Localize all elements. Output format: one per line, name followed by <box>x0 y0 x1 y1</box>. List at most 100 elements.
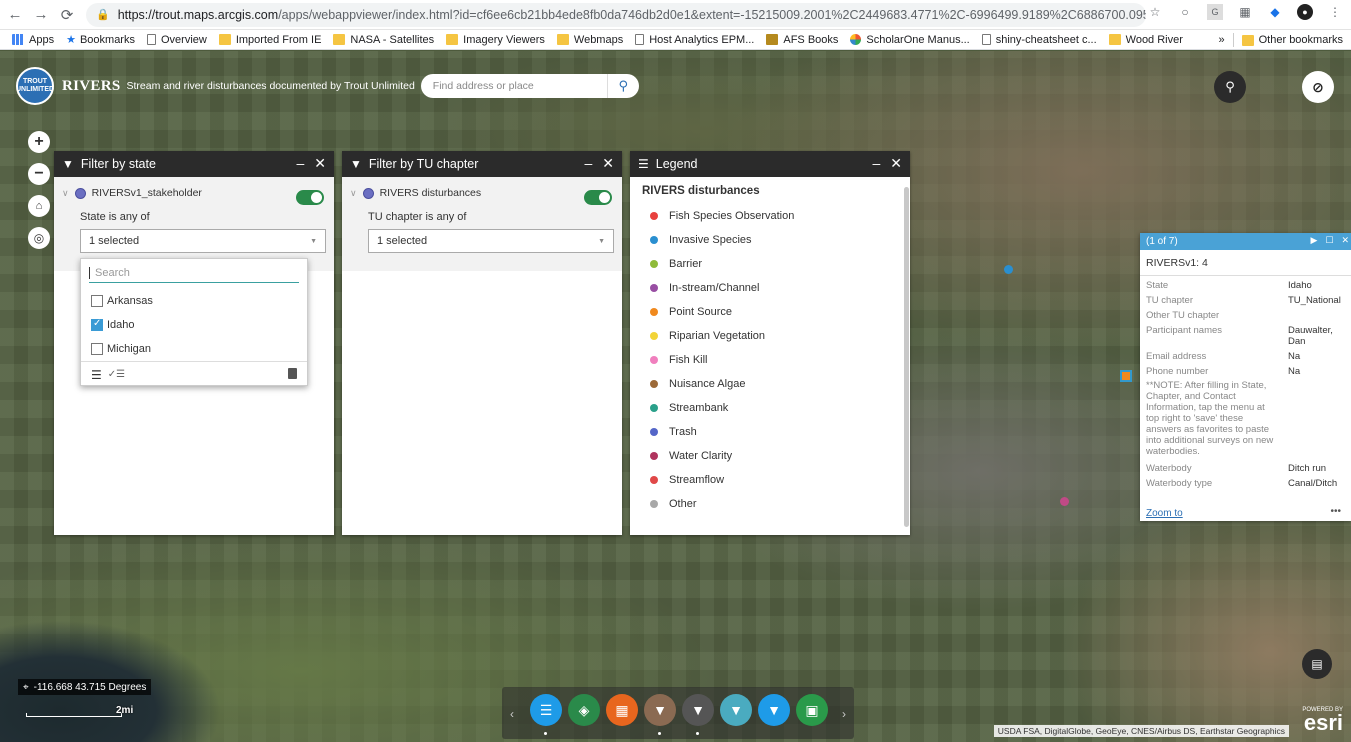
filter-body: ∨ RIVERSv1_stakeholder State is any of 1… <box>54 177 334 271</box>
address-search-input[interactable]: Find address or place ⚲ <box>420 74 639 98</box>
filter-toggle[interactable] <box>584 190 612 205</box>
popup-count: (1 of 7) <box>1146 236 1178 247</box>
chevron-down-icon[interactable]: ∨ <box>62 188 69 199</box>
select-all-icon[interactable]: ☰ <box>91 368 102 382</box>
trash-icon[interactable] <box>288 368 297 379</box>
filter-blue-widget-button[interactable]: ▼ <box>758 694 790 726</box>
my-location-button[interactable]: ◎ <box>28 227 50 249</box>
next-feature-icon[interactable]: ▶ <box>1310 235 1317 246</box>
minimize-button[interactable]: – <box>296 155 304 172</box>
bookmark-imagery-viewers[interactable]: Imagery Viewers <box>446 34 545 46</box>
map-feature-water-clarity[interactable] <box>1060 497 1069 506</box>
bookmark-apps[interactable]: Apps <box>12 34 54 46</box>
bookmark-shiny-cheatsheet[interactable]: shiny-cheatsheet c... <box>981 34 1097 46</box>
legend-symbol-icon <box>650 500 658 508</box>
home-button[interactable]: ⌂ <box>28 195 50 217</box>
maximize-icon[interactable]: ☐ <box>1325 235 1333 246</box>
extension-grad-icon[interactable]: ◆ <box>1267 4 1283 20</box>
panel-title: Legend <box>655 157 698 171</box>
legend-scrollbar[interactable] <box>904 187 909 527</box>
legend-widget-button[interactable]: ☰ <box>530 694 562 726</box>
checkbox-idaho[interactable] <box>91 318 103 331</box>
other-bookmarks[interactable]: Other bookmarks <box>1241 34 1343 46</box>
popup-field-value: Na <box>1288 351 1301 362</box>
panel-header: ☰ Legend – ✕ <box>630 151 910 177</box>
extension-circle-icon[interactable]: ○ <box>1177 4 1193 20</box>
popup-attributes: State Idaho TU chapter TU_National Other TU … <box>1140 276 1351 377</box>
zoom-out-button[interactable]: − <box>28 163 50 185</box>
layers-widget-button[interactable]: ◈ <box>568 694 600 726</box>
bookmark-bookmarks[interactable]: ★ Bookmarks <box>66 33 135 47</box>
bookmark-overview[interactable]: Overview <box>146 34 207 46</box>
bookmark-webmaps[interactable]: Webmaps <box>556 34 623 46</box>
dropdown-search-input[interactable]: Search <box>89 263 299 283</box>
legend-label: Trash <box>669 426 697 438</box>
close-button[interactable]: ✕ <box>314 155 326 172</box>
map-view[interactable]: TROUT UNLIMITED RIVERS Stream and river … <box>0 51 1351 742</box>
bookmark-afs-books[interactable]: AFS Books <box>766 34 838 46</box>
more-actions-icon[interactable]: ••• <box>1330 506 1341 517</box>
zoom-in-button[interactable]: + <box>28 131 50 153</box>
bookmark-host-analytics[interactable]: Host Analytics EPM... <box>635 34 754 46</box>
popup-footer: Zoom to ••• <box>1140 505 1351 521</box>
extension-g-icon[interactable]: G <box>1207 4 1223 20</box>
map-feature-invasive[interactable] <box>1004 265 1013 274</box>
esri-logo[interactable]: POWERED BY esri <box>1302 707 1343 734</box>
location-share-icon[interactable]: ⚲ <box>1214 71 1246 103</box>
search-icon[interactable]: ⚲ <box>606 74 639 98</box>
divider <box>1232 33 1234 47</box>
legend-item: Nuisance Algae <box>630 372 910 396</box>
toolbar-next-icon[interactable]: › <box>842 707 846 721</box>
legend-item: In-stream/Channel <box>630 276 910 300</box>
back-icon[interactable]: ← <box>4 4 26 26</box>
checkbox-michigan[interactable] <box>91 343 103 355</box>
popup-field-label: Phone number <box>1146 366 1209 377</box>
option-arkansas[interactable]: Arkansas <box>81 289 307 313</box>
survey-widget-button[interactable]: ▣ <box>796 694 828 726</box>
show-selected-icon[interactable]: ✓☰ <box>108 369 125 380</box>
reload-icon[interactable]: ⟳ <box>56 4 78 26</box>
chapter-select[interactable]: 1 selected ▼ <box>368 229 614 253</box>
option-michigan[interactable]: Michigan <box>81 337 307 361</box>
folder-icon <box>218 34 231 45</box>
bookmark-scholarone[interactable]: ScholarOne Manus... <box>850 34 970 46</box>
checkbox-arkansas[interactable] <box>91 295 103 307</box>
forward-icon[interactable]: → <box>30 4 52 26</box>
filter-widget-button[interactable]: ▼ <box>644 694 676 726</box>
minimize-button[interactable]: – <box>872 155 880 172</box>
filter-toggle[interactable] <box>296 190 324 205</box>
minimize-button[interactable]: – <box>584 155 592 172</box>
layer-row[interactable]: ∨ RIVERS disturbances <box>350 187 614 199</box>
star-icon[interactable]: ☆ <box>1147 4 1163 20</box>
address-bar[interactable]: 🔒 https://trout.maps.arcgis.com/apps/web… <box>86 2 1146 27</box>
profile-icon[interactable]: ● <box>1297 4 1313 20</box>
toolbar-prev-icon[interactable]: ‹ <box>510 707 514 721</box>
attribute-table-icon[interactable]: ▤ <box>1302 649 1332 679</box>
basemap-widget-button[interactable]: ▦ <box>606 694 638 726</box>
bookmark-wood-river[interactable]: Wood River <box>1108 34 1183 46</box>
popup-field-label: Email address <box>1146 351 1207 362</box>
option-idaho[interactable]: Idaho <box>81 313 307 337</box>
filter-state-widget-button[interactable]: ▼ <box>682 694 714 726</box>
close-button[interactable]: ✕ <box>890 155 902 172</box>
folder-icon <box>1108 34 1121 45</box>
popup-field-value: TU_National <box>1288 295 1341 306</box>
bookmark-nasa-satellites[interactable]: NASA - Satellites <box>333 34 434 46</box>
layer-row[interactable]: ∨ RIVERSv1_stakeholder <box>62 187 326 199</box>
popup-row: Other TU chapter <box>1140 306 1351 321</box>
chevron-down-icon[interactable]: ∨ <box>350 188 357 199</box>
close-icon[interactable]: ✕ <box>1341 235 1349 246</box>
zoom-to-link[interactable]: Zoom to <box>1146 508 1183 519</box>
close-button[interactable]: ✕ <box>602 155 614 172</box>
bookmarks-overflow[interactable]: » <box>1219 34 1225 46</box>
map-feature-selected[interactable] <box>1120 370 1132 382</box>
state-select[interactable]: 1 selected ▼ <box>80 229 326 253</box>
hide-eye-icon[interactable]: ⊘ <box>1302 71 1334 103</box>
filter-chapter-widget-button[interactable]: ▼ <box>720 694 752 726</box>
menu-kebab-icon[interactable]: ⋮ <box>1327 4 1343 20</box>
coordinate-readout[interactable]: ⌖ -116.668 43.715 Degrees <box>18 679 152 695</box>
extension-grid-icon[interactable]: ▦ <box>1237 4 1253 20</box>
books-icon <box>766 34 779 45</box>
filter-condition: TU chapter is any of <box>368 211 467 223</box>
bookmark-imported-from-ie[interactable]: Imported From IE <box>218 34 321 46</box>
